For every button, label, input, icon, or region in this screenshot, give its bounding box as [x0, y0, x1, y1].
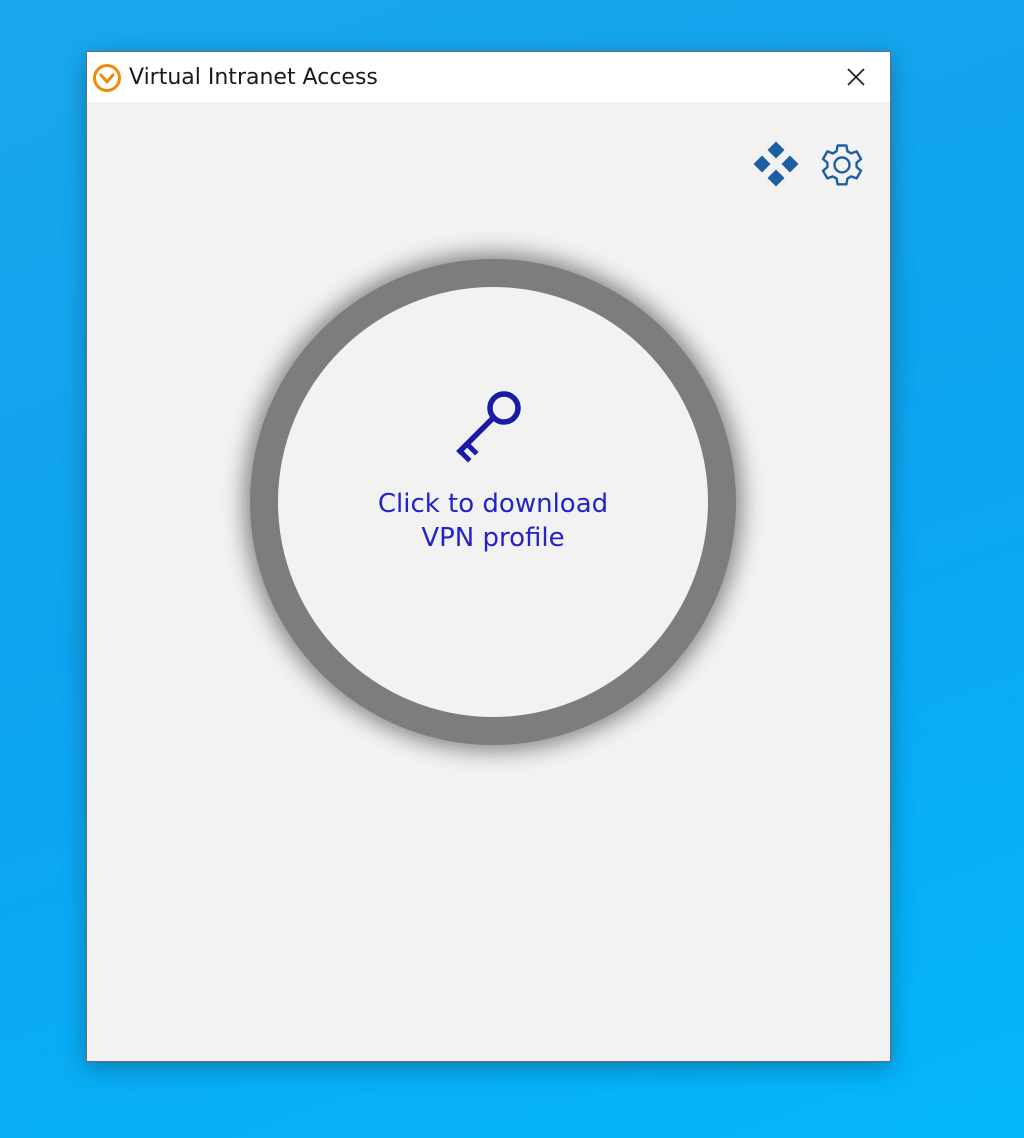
- vpn-logo-icon: [93, 64, 121, 92]
- vpn-label-line-2: VPN profile: [421, 523, 565, 553]
- desktop-background: Virtual Intranet Access Click to downloa…: [0, 0, 1024, 1138]
- vpn-button-face[interactable]: Click to download VPN profile: [278, 287, 708, 717]
- key-icon: [456, 391, 521, 463]
- download-vpn-profile-button[interactable]: Click to download VPN profile: [250, 259, 736, 745]
- close-button[interactable]: [833, 54, 879, 100]
- network-icon: [753, 141, 799, 187]
- gear-icon: [821, 144, 863, 186]
- window-title: Virtual Intranet Access: [129, 65, 378, 90]
- vpn-label-line-1: Click to download: [377, 489, 609, 519]
- title-bar[interactable]: Virtual Intranet Access: [87, 52, 890, 102]
- app-window: Virtual Intranet Access Click to downloa…: [86, 51, 891, 1062]
- vpn-button-label: Click to download VPN profile: [293, 487, 693, 555]
- close-icon: [847, 68, 865, 86]
- settings-button[interactable]: [815, 138, 869, 192]
- network-button[interactable]: [751, 140, 801, 190]
